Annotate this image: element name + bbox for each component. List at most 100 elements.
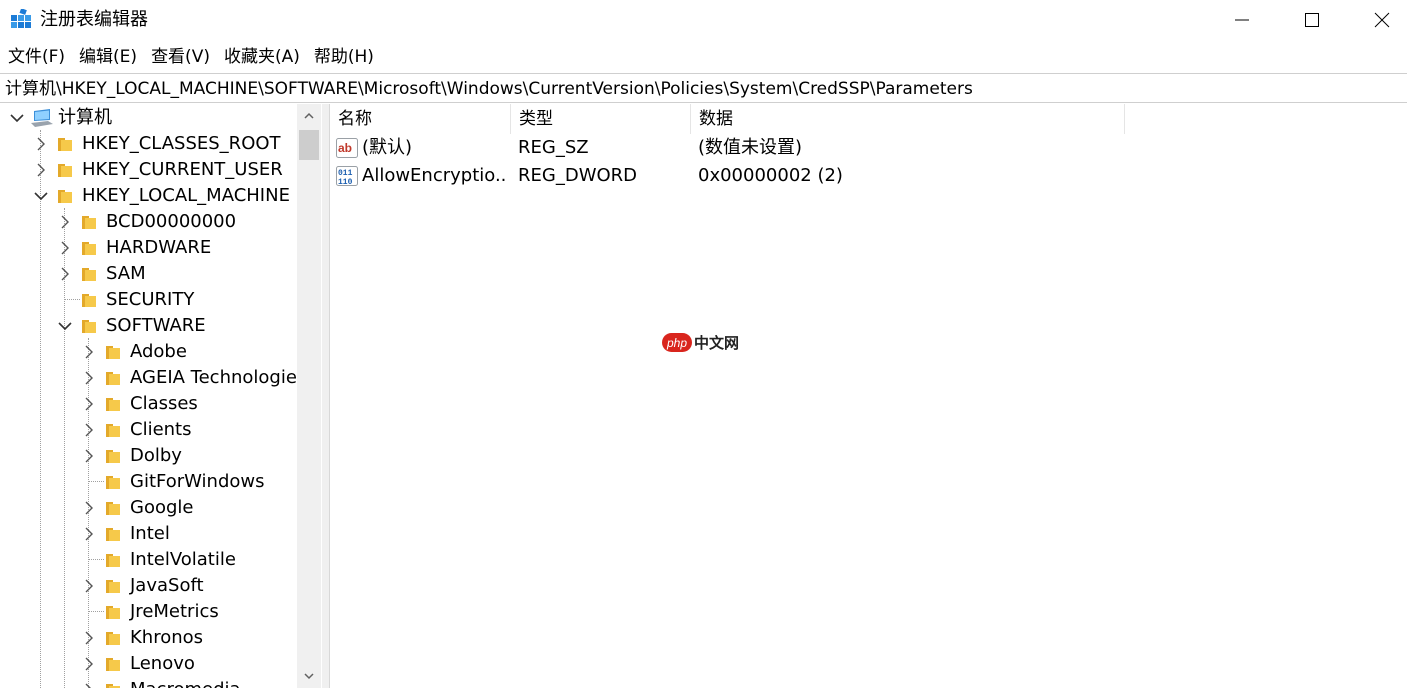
tree-item-khronos[interactable]: Khronos <box>0 625 296 651</box>
folder-icon <box>58 164 72 177</box>
menu-help[interactable]: 帮助(H) <box>307 43 381 71</box>
tree-item-macromedia[interactable]: Macromedia <box>0 677 296 688</box>
chevron-down-icon[interactable] <box>9 110 25 126</box>
tree-item-bcd00000000[interactable]: BCD00000000 <box>0 209 296 235</box>
chevron-right-icon[interactable] <box>81 344 97 360</box>
column-header-data[interactable]: 数据 <box>691 104 1125 134</box>
tree-item-google[interactable]: Google <box>0 495 296 521</box>
tree-scrollbar[interactable] <box>297 104 321 688</box>
svg-text:011: 011 <box>338 169 353 178</box>
tree-item-hkey-current-user[interactable]: HKEY_CURRENT_USER <box>0 157 296 183</box>
maximize-icon <box>1305 13 1319 27</box>
chevron-right-icon[interactable] <box>57 266 73 282</box>
tree-item-label: 计算机 <box>58 107 112 128</box>
tree-item-label: Adobe <box>130 341 187 362</box>
folder-icon <box>106 606 120 619</box>
chevron-right-icon[interactable] <box>81 396 97 412</box>
folder-icon <box>106 580 120 593</box>
menu-view[interactable]: 查看(V) <box>144 43 217 71</box>
values-list[interactable]: 名称 类型 数据 ab (默认) REG_SZ (数值未设置) 011 110 … <box>330 104 1407 688</box>
chevron-right-icon[interactable] <box>81 448 97 464</box>
folder-open-icon <box>58 190 72 203</box>
value-name: (默认) <box>362 137 413 158</box>
tree-item-label: Classes <box>130 393 198 414</box>
computer-icon <box>31 109 53 127</box>
scroll-up-button[interactable] <box>297 104 321 128</box>
tree-item-adobe[interactable]: Adobe <box>0 339 296 365</box>
pane-splitter[interactable] <box>322 104 330 688</box>
chevron-right-icon[interactable] <box>81 370 97 386</box>
scroll-thumb[interactable] <box>299 130 319 160</box>
chevron-right-icon[interactable] <box>81 500 97 516</box>
menu-edit[interactable]: 编辑(E) <box>72 43 144 71</box>
minimize-icon <box>1235 19 1249 21</box>
list-header: 名称 类型 数据 <box>330 104 1125 134</box>
menu-favorites[interactable]: 收藏夹(A) <box>217 43 307 71</box>
tree-item-hkey-local-machine[interactable]: HKEY_LOCAL_MACHINE <box>0 183 296 209</box>
folder-icon <box>106 554 120 567</box>
address-bar[interactable]: 计算机\HKEY_LOCAL_MACHINE\SOFTWARE\Microsof… <box>0 73 1407 103</box>
column-header-name[interactable]: 名称 <box>330 104 511 134</box>
chevron-right-icon[interactable] <box>81 578 97 594</box>
chevron-up-icon <box>304 112 314 119</box>
tree-item-sam[interactable]: SAM <box>0 261 296 287</box>
tree-item-label: JreMetrics <box>130 601 219 622</box>
chevron-right-icon[interactable] <box>33 136 49 152</box>
svg-text:110: 110 <box>338 178 353 186</box>
folder-icon <box>106 476 120 489</box>
chevron-right-icon[interactable] <box>81 656 97 672</box>
tree-item-lenovo[interactable]: Lenovo <box>0 651 296 677</box>
tree-item-label: GitForWindows <box>130 471 265 492</box>
scroll-down-button[interactable] <box>297 664 321 688</box>
value-type: REG_DWORD <box>518 165 638 186</box>
tree-item-label: Khronos <box>130 627 204 648</box>
chevron-down-icon[interactable] <box>57 318 73 334</box>
chevron-right-icon[interactable] <box>57 240 73 256</box>
menu-bar: 文件(F) 编辑(E) 查看(V) 收藏夹(A) 帮助(H) <box>0 43 381 71</box>
tree-item-security[interactable]: SECURITY <box>0 287 296 313</box>
tree-item-label: SECURITY <box>106 289 195 310</box>
folder-icon <box>106 398 120 411</box>
tree-item-computer[interactable]: 计算机 <box>0 105 296 131</box>
tree-item-software[interactable]: SOFTWARE <box>0 313 296 339</box>
folder-icon <box>82 216 96 229</box>
tree-item-intelvolatile[interactable]: IntelVolatile <box>0 547 296 573</box>
chevron-down-icon[interactable] <box>33 188 49 204</box>
tree-item-classes[interactable]: Classes <box>0 391 296 417</box>
tree-item-hkey-classes-root[interactable]: HKEY_CLASSES_ROOT <box>0 131 296 157</box>
menu-file[interactable]: 文件(F) <box>0 43 72 71</box>
maximize-button[interactable] <box>1278 0 1346 40</box>
tree-item-intel[interactable]: Intel <box>0 521 296 547</box>
chevron-right-icon[interactable] <box>33 162 49 178</box>
tree-item-label: BCD00000000 <box>106 211 237 232</box>
minimize-button[interactable] <box>1208 0 1276 40</box>
tree-item-label: Intel <box>130 523 170 544</box>
chevron-right-icon[interactable] <box>81 422 97 438</box>
close-button[interactable] <box>1348 0 1407 40</box>
tree-item-jremetrics[interactable]: JreMetrics <box>0 599 296 625</box>
folder-icon <box>106 632 120 645</box>
tree-item-ageia-technologies[interactable]: AGEIA Technologies <box>0 365 296 391</box>
registry-tree[interactable]: 计算机 HKEY_CLASSES_ROOT HKEY_CURRENT_USER … <box>0 104 322 688</box>
value-data: (数值未设置) <box>698 137 803 158</box>
tree-item-clients[interactable]: Clients <box>0 417 296 443</box>
folder-icon <box>82 242 96 255</box>
title-bar: 注册表编辑器 <box>0 0 1407 40</box>
folder-icon <box>58 138 72 151</box>
php-badge-text: php <box>666 336 687 350</box>
value-name: AllowEncryptio... <box>362 165 508 186</box>
tree-item-dolby[interactable]: Dolby <box>0 443 296 469</box>
tree-item-hardware[interactable]: HARDWARE <box>0 235 296 261</box>
chevron-right-icon[interactable] <box>81 526 97 542</box>
chevron-right-icon[interactable] <box>57 214 73 230</box>
chevron-right-icon[interactable] <box>81 630 97 646</box>
list-item[interactable]: ab (默认) REG_SZ (数值未设置) <box>330 134 1407 162</box>
folder-icon <box>106 372 120 385</box>
chevron-right-icon[interactable] <box>81 682 97 688</box>
tree-item-gitforwindows[interactable]: GitForWindows <box>0 469 296 495</box>
address-path[interactable]: 计算机\HKEY_LOCAL_MACHINE\SOFTWARE\Microsof… <box>5 77 973 101</box>
column-header-type[interactable]: 类型 <box>511 104 691 134</box>
tree-item-javasoft[interactable]: JavaSoft <box>0 573 296 599</box>
folder-icon <box>106 346 120 359</box>
list-item[interactable]: 011 110 AllowEncryptio... REG_DWORD 0x00… <box>330 162 1407 190</box>
